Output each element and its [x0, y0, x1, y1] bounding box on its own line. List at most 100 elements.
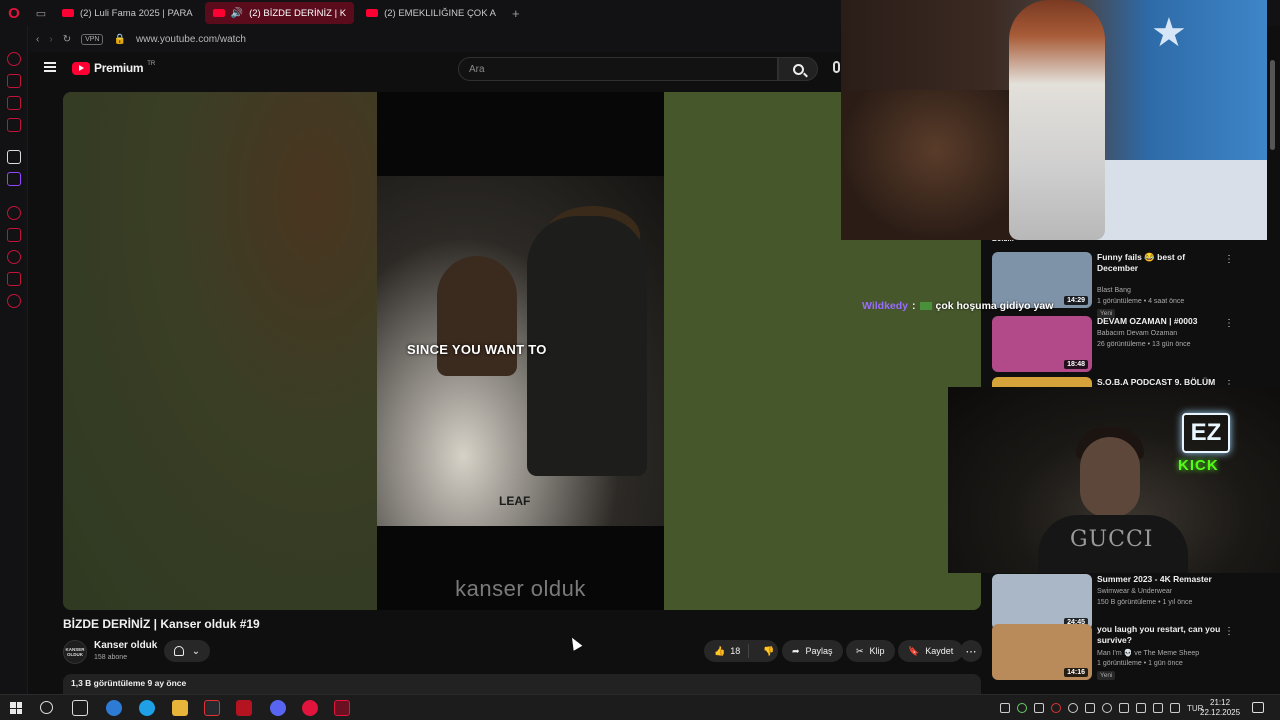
sidebar-settings-icon[interactable] [7, 294, 21, 308]
video-frame[interactable]: SINCE YOU WANT TO LEAF kanser olduk [377, 92, 664, 610]
copilot-icon[interactable] [106, 700, 122, 716]
tray-circle-icon[interactable] [1068, 703, 1078, 713]
search-taskbar-icon[interactable] [40, 701, 53, 714]
recommendation-title[interactable]: Funny fails 😂 best of December [1097, 252, 1222, 274]
more-options-icon[interactable]: ⋮ [1224, 254, 1234, 265]
discord-icon[interactable] [270, 700, 286, 716]
dislike-button[interactable]: 👎 [755, 646, 782, 657]
views-and-date: 1,3 B görüntüleme 9 ay önce [71, 678, 187, 688]
runway-stage [1096, 160, 1267, 240]
recommendation-meta: 26 görüntüleme • 13 gün önce [1097, 341, 1191, 348]
recommendation-thumbnail[interactable]: 18:48 [992, 316, 1092, 372]
microphone-icon[interactable] [833, 61, 840, 73]
bluetooth-icon[interactable] [1136, 703, 1146, 713]
like-button[interactable]: 👍 18 [704, 644, 750, 658]
new-tab-icon[interactable]: + [512, 6, 520, 21]
obs-icon[interactable] [204, 700, 220, 716]
keyboard-icon[interactable] [1000, 703, 1010, 713]
sidebar-twitch-icon[interactable] [7, 172, 21, 186]
scrollbar-thumb[interactable] [1270, 60, 1275, 150]
reload-icon[interactable]: ↻ [63, 34, 71, 45]
microphone-tray-icon[interactable] [1119, 703, 1129, 713]
lock-icon: 🔒 [113, 33, 126, 45]
back-icon[interactable]: ‹ [36, 34, 39, 45]
edge-icon[interactable] [139, 700, 155, 716]
recommendation-item[interactable]: S.O.B.A PODCAST 9. BÖLÜM ⋮ [990, 375, 1280, 387]
more-options-icon[interactable]: ⋮ [1224, 318, 1234, 329]
speaker-icon[interactable]: 🔊 [231, 8, 243, 19]
more-options-icon[interactable]: ⋮ [1224, 626, 1234, 637]
chat-separator: : [912, 300, 916, 312]
chat-emote-icon [919, 302, 932, 311]
recommendation-title[interactable]: DEVAM OZAMAN | #0003 [1097, 316, 1222, 327]
channel-name[interactable]: Kanser olduk [94, 640, 157, 651]
recommendation-channel[interactable]: Babacım Devam Ozaman [1097, 330, 1177, 337]
share-button[interactable]: ➦ Paylaş [782, 640, 843, 662]
tab-menu-icon[interactable]: ▭ [28, 0, 54, 26]
save-button[interactable]: 🔖 Kaydet [898, 640, 964, 662]
youtube-logo[interactable]: Premium TR [72, 61, 155, 75]
system-clock[interactable]: 21:12 22.12.2025 [1200, 698, 1240, 718]
opera-tray-icon[interactable] [1051, 703, 1061, 713]
recommendation-thumbnail[interactable] [992, 377, 1092, 387]
sidebar-messenger-icon[interactable] [7, 96, 21, 110]
video-watermark: kanser olduk [455, 576, 586, 601]
tab-bizde-deriniz[interactable]: 🔊 (2) BİZDE DERİNİZ | K [204, 2, 355, 24]
tray-app-icon[interactable] [1017, 703, 1027, 713]
more-actions-button[interactable]: ⋯ [960, 640, 982, 662]
player-backdrop-left [63, 92, 377, 610]
voice-app-icon[interactable] [236, 700, 252, 716]
tab-luli-fama[interactable]: (2) Luli Fama 2025 | PARA [54, 2, 201, 24]
audience-image [841, 90, 1031, 240]
more-options-icon[interactable]: ⋮ [1224, 379, 1234, 387]
sidebar-bookmark-icon[interactable] [7, 228, 21, 242]
description-box[interactable]: 1,3 B görüntüleme 9 ay önce [63, 674, 981, 694]
forward-icon[interactable]: › [49, 34, 52, 45]
sidebar-aria-icon[interactable] [7, 52, 21, 66]
search-button[interactable] [778, 57, 818, 81]
hamburger-menu-icon[interactable] [44, 62, 56, 72]
recommendation-channel[interactable]: Blast Bang [1097, 287, 1131, 294]
recommendation-title[interactable]: you laugh you restart, can you survive? [1097, 624, 1222, 646]
chat-text: çok hoşuma gidiyo yaw [935, 300, 1054, 312]
vpn-badge[interactable]: VPN [81, 33, 104, 45]
sidebar-player-icon[interactable] [7, 206, 21, 220]
search-input[interactable]: Ara [458, 57, 778, 81]
recommendation-channel[interactable]: Swimwear & Underwear [1097, 588, 1172, 595]
recommendation-title[interactable]: S.O.B.A PODCAST 9. BÖLÜM [1097, 377, 1222, 387]
video-caption: SINCE YOU WANT TO [407, 342, 547, 357]
windows-taskbar: TUR 21:12 22.12.2025 [0, 694, 1280, 720]
recommendation-item[interactable]: 18:48 DEVAM OZAMAN | #0003 Babacım Devam… [990, 314, 1280, 376]
url-field[interactable]: www.youtube.com/watch [136, 34, 246, 45]
discord-tray-icon[interactable] [1034, 703, 1044, 713]
page-scrollbar[interactable] [1270, 60, 1275, 690]
recommendation-item[interactable]: 14:16 you laugh you restart, can you sur… [990, 622, 1280, 684]
recommendation-thumbnail[interactable]: 14:16 [992, 624, 1092, 680]
video-title: BİZDE DERİNİZ | Kanser olduk #19 [63, 617, 260, 631]
opera-logo-icon[interactable]: O [0, 0, 28, 26]
subscription-bell-button[interactable]: ⌄ [164, 640, 210, 662]
sidebar-vk-icon[interactable] [7, 118, 21, 132]
notification-icon[interactable] [1252, 702, 1264, 713]
sidebar-bag-icon[interactable] [7, 74, 21, 88]
sidebar-app-icon[interactable] [7, 150, 21, 164]
recommendation-title[interactable]: Summer 2023 - 4K Remaster [1097, 574, 1222, 585]
sidebar-extensions-icon[interactable] [7, 272, 21, 286]
opera-taskbar-icon[interactable] [302, 700, 318, 716]
tray-settings-icon[interactable] [1102, 703, 1112, 713]
tab-emekliligine[interactable]: (2) EMEKLILIĞINE ÇOK A [358, 2, 504, 24]
clip-button[interactable]: ✂ Klip [846, 640, 895, 662]
recommendation-channel[interactable]: Man I'm 💀 ve The Meme Sheep [1097, 649, 1199, 657]
task-view-icon[interactable] [72, 700, 88, 716]
wifi-icon[interactable] [1153, 703, 1163, 713]
subscriber-count: 158 abone [94, 654, 128, 661]
ez-neon-logo: EZ [1182, 413, 1230, 453]
channel-avatar[interactable]: KANSER OLDUK [63, 640, 87, 664]
sidebar-history-icon[interactable] [7, 250, 21, 264]
chevron-down-icon: ⌄ [191, 645, 201, 657]
network-status-icon[interactable] [1085, 703, 1095, 713]
file-explorer-icon[interactable] [172, 700, 188, 716]
volume-icon[interactable] [1170, 703, 1180, 713]
opera-gx-taskbar-icon[interactable] [334, 700, 350, 716]
windows-start-icon[interactable] [10, 702, 22, 714]
